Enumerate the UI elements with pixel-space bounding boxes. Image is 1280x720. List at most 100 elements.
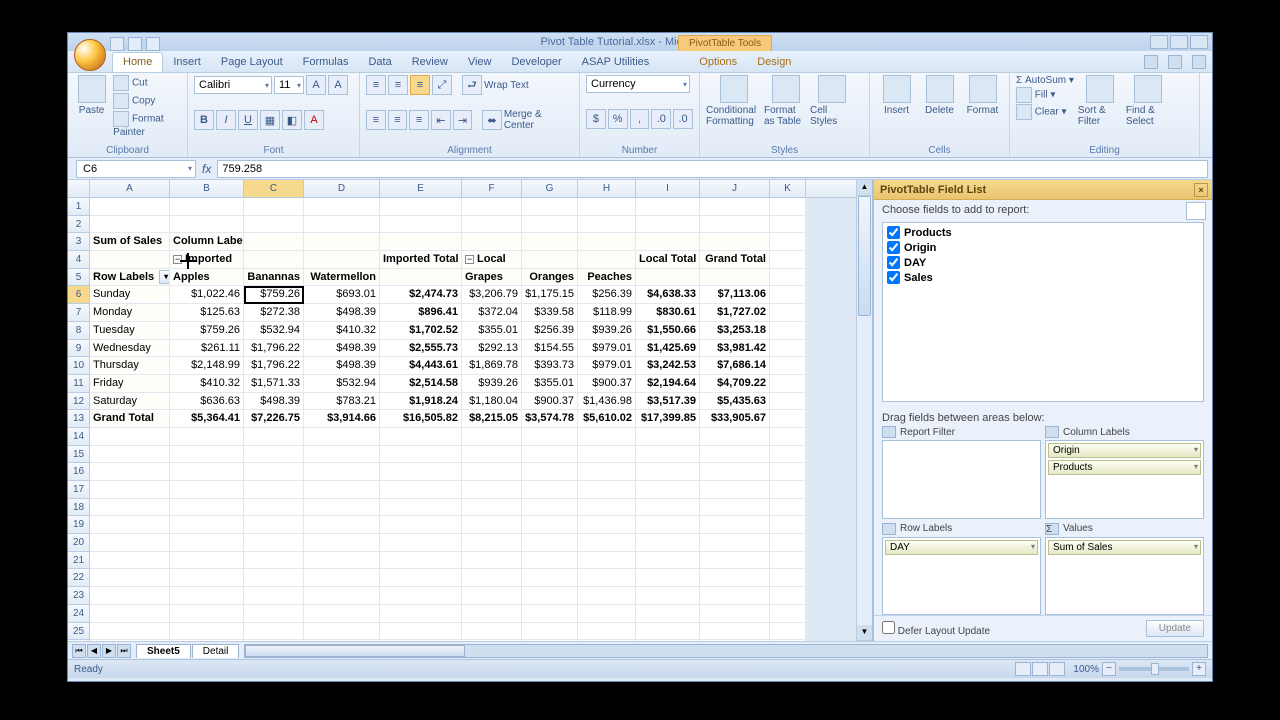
tab-data[interactable]: Data — [358, 53, 401, 72]
cell[interactable] — [770, 322, 806, 340]
cell[interactable] — [380, 623, 462, 641]
cell[interactable] — [770, 357, 806, 375]
cell[interactable]: $1,918.24 — [380, 393, 462, 411]
qat-redo-icon[interactable] — [146, 37, 160, 51]
cell[interactable]: Column Labels ▾ — [170, 233, 244, 251]
cell[interactable]: Local Total — [636, 251, 700, 269]
col-G[interactable]: G — [522, 180, 578, 197]
cell[interactable] — [462, 216, 522, 234]
row-labels-dropdown-icon[interactable]: ▾ — [159, 270, 170, 284]
cell[interactable]: $4,443.61 — [380, 357, 462, 375]
cell[interactable]: $1,180.04 — [462, 393, 522, 411]
cell[interactable]: $16,505.82 — [380, 410, 462, 428]
cell[interactable] — [462, 640, 522, 641]
format-painter-button[interactable]: Format Painter — [113, 111, 181, 138]
cell[interactable] — [170, 587, 244, 605]
scroll-down-icon[interactable]: ▼ — [857, 625, 872, 641]
col-I[interactable]: I — [636, 180, 700, 197]
cell[interactable] — [462, 463, 522, 481]
cell[interactable]: $3,914.66 — [304, 410, 380, 428]
cell[interactable] — [380, 516, 462, 534]
pill-day[interactable]: DAY — [885, 540, 1038, 555]
align-center-icon[interactable]: ≡ — [388, 110, 408, 130]
merge-center-button[interactable]: ⬌ — [482, 110, 502, 130]
field-layout-icon[interactable] — [1186, 202, 1206, 220]
format-as-table-button[interactable]: Format as Table — [764, 75, 808, 127]
cell[interactable] — [770, 428, 806, 446]
cell[interactable] — [462, 569, 522, 587]
cell[interactable]: $498.39 — [304, 357, 380, 375]
cell[interactable] — [578, 499, 636, 517]
cell[interactable] — [770, 304, 806, 322]
cell[interactable]: $292.13 — [462, 340, 522, 358]
cell[interactable]: Grand Total — [90, 410, 170, 428]
page-break-view-icon[interactable] — [1049, 662, 1065, 676]
cell[interactable]: Grapes — [462, 269, 522, 287]
cell[interactable] — [170, 198, 244, 216]
cell[interactable] — [578, 552, 636, 570]
cell[interactable] — [770, 269, 806, 287]
row-header-7[interactable]: 7 — [68, 304, 90, 322]
cell[interactable] — [304, 499, 380, 517]
comma-format-icon[interactable]: , — [630, 109, 650, 129]
cell[interactable]: $5,364.41 — [170, 410, 244, 428]
cell[interactable] — [90, 216, 170, 234]
cell[interactable] — [770, 534, 806, 552]
bold-button[interactable]: B — [194, 110, 214, 130]
cell[interactable] — [380, 428, 462, 446]
cell[interactable] — [770, 481, 806, 499]
cell[interactable]: $5,435.63 — [700, 393, 770, 411]
cell[interactable] — [522, 251, 578, 269]
cell[interactable] — [700, 534, 770, 552]
cell[interactable] — [770, 216, 806, 234]
cell[interactable] — [770, 463, 806, 481]
cell[interactable] — [700, 233, 770, 251]
cell[interactable] — [380, 233, 462, 251]
row-header-2[interactable]: 2 — [68, 216, 90, 234]
cell[interactable] — [462, 499, 522, 517]
cell[interactable] — [462, 623, 522, 641]
cell[interactable] — [244, 463, 304, 481]
cell[interactable] — [700, 605, 770, 623]
cell[interactable] — [170, 216, 244, 234]
cell[interactable] — [770, 410, 806, 428]
cell[interactable] — [522, 516, 578, 534]
cell[interactable]: Saturday — [90, 393, 170, 411]
cell[interactable] — [90, 605, 170, 623]
cell[interactable]: $4,709.22 — [700, 375, 770, 393]
cell[interactable]: $1,550.66 — [636, 322, 700, 340]
cell[interactable] — [380, 605, 462, 623]
cell[interactable] — [578, 251, 636, 269]
cell[interactable] — [578, 640, 636, 641]
row-header-19[interactable]: 19 — [68, 516, 90, 534]
row-header-21[interactable]: 21 — [68, 552, 90, 570]
select-all-corner[interactable] — [68, 180, 90, 197]
cell[interactable] — [578, 463, 636, 481]
cell[interactable]: Apples — [170, 269, 244, 287]
cell[interactable]: $256.39 — [522, 322, 578, 340]
cell[interactable] — [636, 569, 700, 587]
cell[interactable] — [770, 499, 806, 517]
cell[interactable] — [244, 552, 304, 570]
col-E[interactable]: E — [380, 180, 462, 197]
cell[interactable] — [170, 569, 244, 587]
row-header-1[interactable]: 1 — [68, 198, 90, 216]
cell[interactable] — [462, 481, 522, 499]
cell[interactable] — [244, 446, 304, 464]
pill-sum-of-sales[interactable]: Sum of Sales — [1048, 540, 1201, 555]
cell[interactable]: Imported Total — [380, 251, 462, 269]
col-H[interactable]: H — [578, 180, 636, 197]
cell[interactable]: −Imported — [170, 251, 244, 269]
cell[interactable] — [304, 481, 380, 499]
office-button[interactable] — [74, 39, 106, 71]
copy-button[interactable]: Copy — [113, 93, 181, 109]
cell[interactable] — [304, 640, 380, 641]
decrease-indent-icon[interactable]: ⇤ — [431, 110, 451, 130]
cell[interactable] — [770, 198, 806, 216]
merge-center-label[interactable]: Merge & Center — [504, 109, 573, 131]
cell[interactable]: $256.39 — [578, 286, 636, 304]
cell[interactable] — [462, 446, 522, 464]
cell[interactable] — [462, 516, 522, 534]
cell[interactable]: $118.99 — [578, 304, 636, 322]
cell[interactable] — [522, 233, 578, 251]
